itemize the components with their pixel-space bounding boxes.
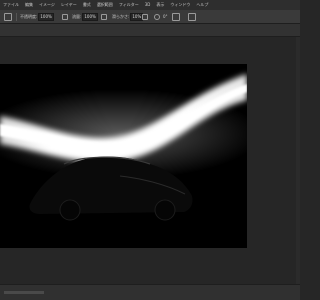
menu-view[interactable]: 表示 — [156, 0, 164, 10]
menu-file[interactable]: ファイル — [3, 0, 19, 10]
menu-filter[interactable]: フィルター — [119, 0, 139, 10]
menu-layer[interactable]: レイヤー — [61, 0, 77, 10]
smoothing-label: 滑らかさ: — [112, 14, 130, 19]
pressure-size-icon[interactable] — [172, 13, 180, 21]
flow-input[interactable]: 100% — [82, 13, 98, 21]
menu-select[interactable]: 選択範囲 — [97, 0, 113, 10]
angle-icon — [154, 14, 160, 20]
status-bar — [0, 284, 300, 300]
flow-label: 流量: — [72, 14, 82, 19]
menu-3d[interactable]: 3D — [145, 0, 151, 10]
brush-preset-icon[interactable] — [4, 13, 12, 21]
car-wheel-rear — [154, 199, 176, 221]
document-tab-strip — [0, 24, 300, 37]
canvas-image — [0, 64, 247, 248]
menu-help[interactable]: ヘルプ — [196, 0, 208, 10]
divider — [16, 13, 17, 21]
vertical-scrollbar[interactable] — [296, 37, 300, 284]
opacity-input[interactable]: 100% — [38, 13, 54, 21]
menu-bar: ファイル 編集 イメージ レイヤー 書式 選択範囲 フィルター 3D 表示 ウィ… — [0, 0, 300, 10]
menu-window[interactable]: ウィンドウ — [170, 0, 190, 10]
symmetry-icon[interactable] — [188, 13, 196, 21]
menu-edit[interactable]: 編集 — [25, 0, 33, 10]
pressure-opacity-icon[interactable] — [62, 14, 68, 20]
document-canvas[interactable] — [0, 64, 247, 248]
car-wheel-front — [59, 199, 81, 221]
tool-options-bar: 不透明度: 100% 流量: 100% 滑らかさ: 10% 0° — [0, 10, 300, 24]
status-info — [4, 291, 44, 294]
menu-image[interactable]: イメージ — [39, 0, 55, 10]
smoothing-options-icon[interactable] — [142, 14, 148, 20]
flow-control: 流量: 100% — [72, 10, 98, 24]
menu-type[interactable]: 書式 — [83, 0, 91, 10]
angle-value[interactable]: 0° — [163, 10, 168, 24]
airbrush-icon[interactable] — [101, 14, 107, 20]
opacity-label: 不透明度: — [20, 14, 38, 19]
opacity-control: 不透明度: 100% — [20, 10, 54, 24]
smoothing-control: 滑らかさ: 10% — [112, 10, 144, 24]
